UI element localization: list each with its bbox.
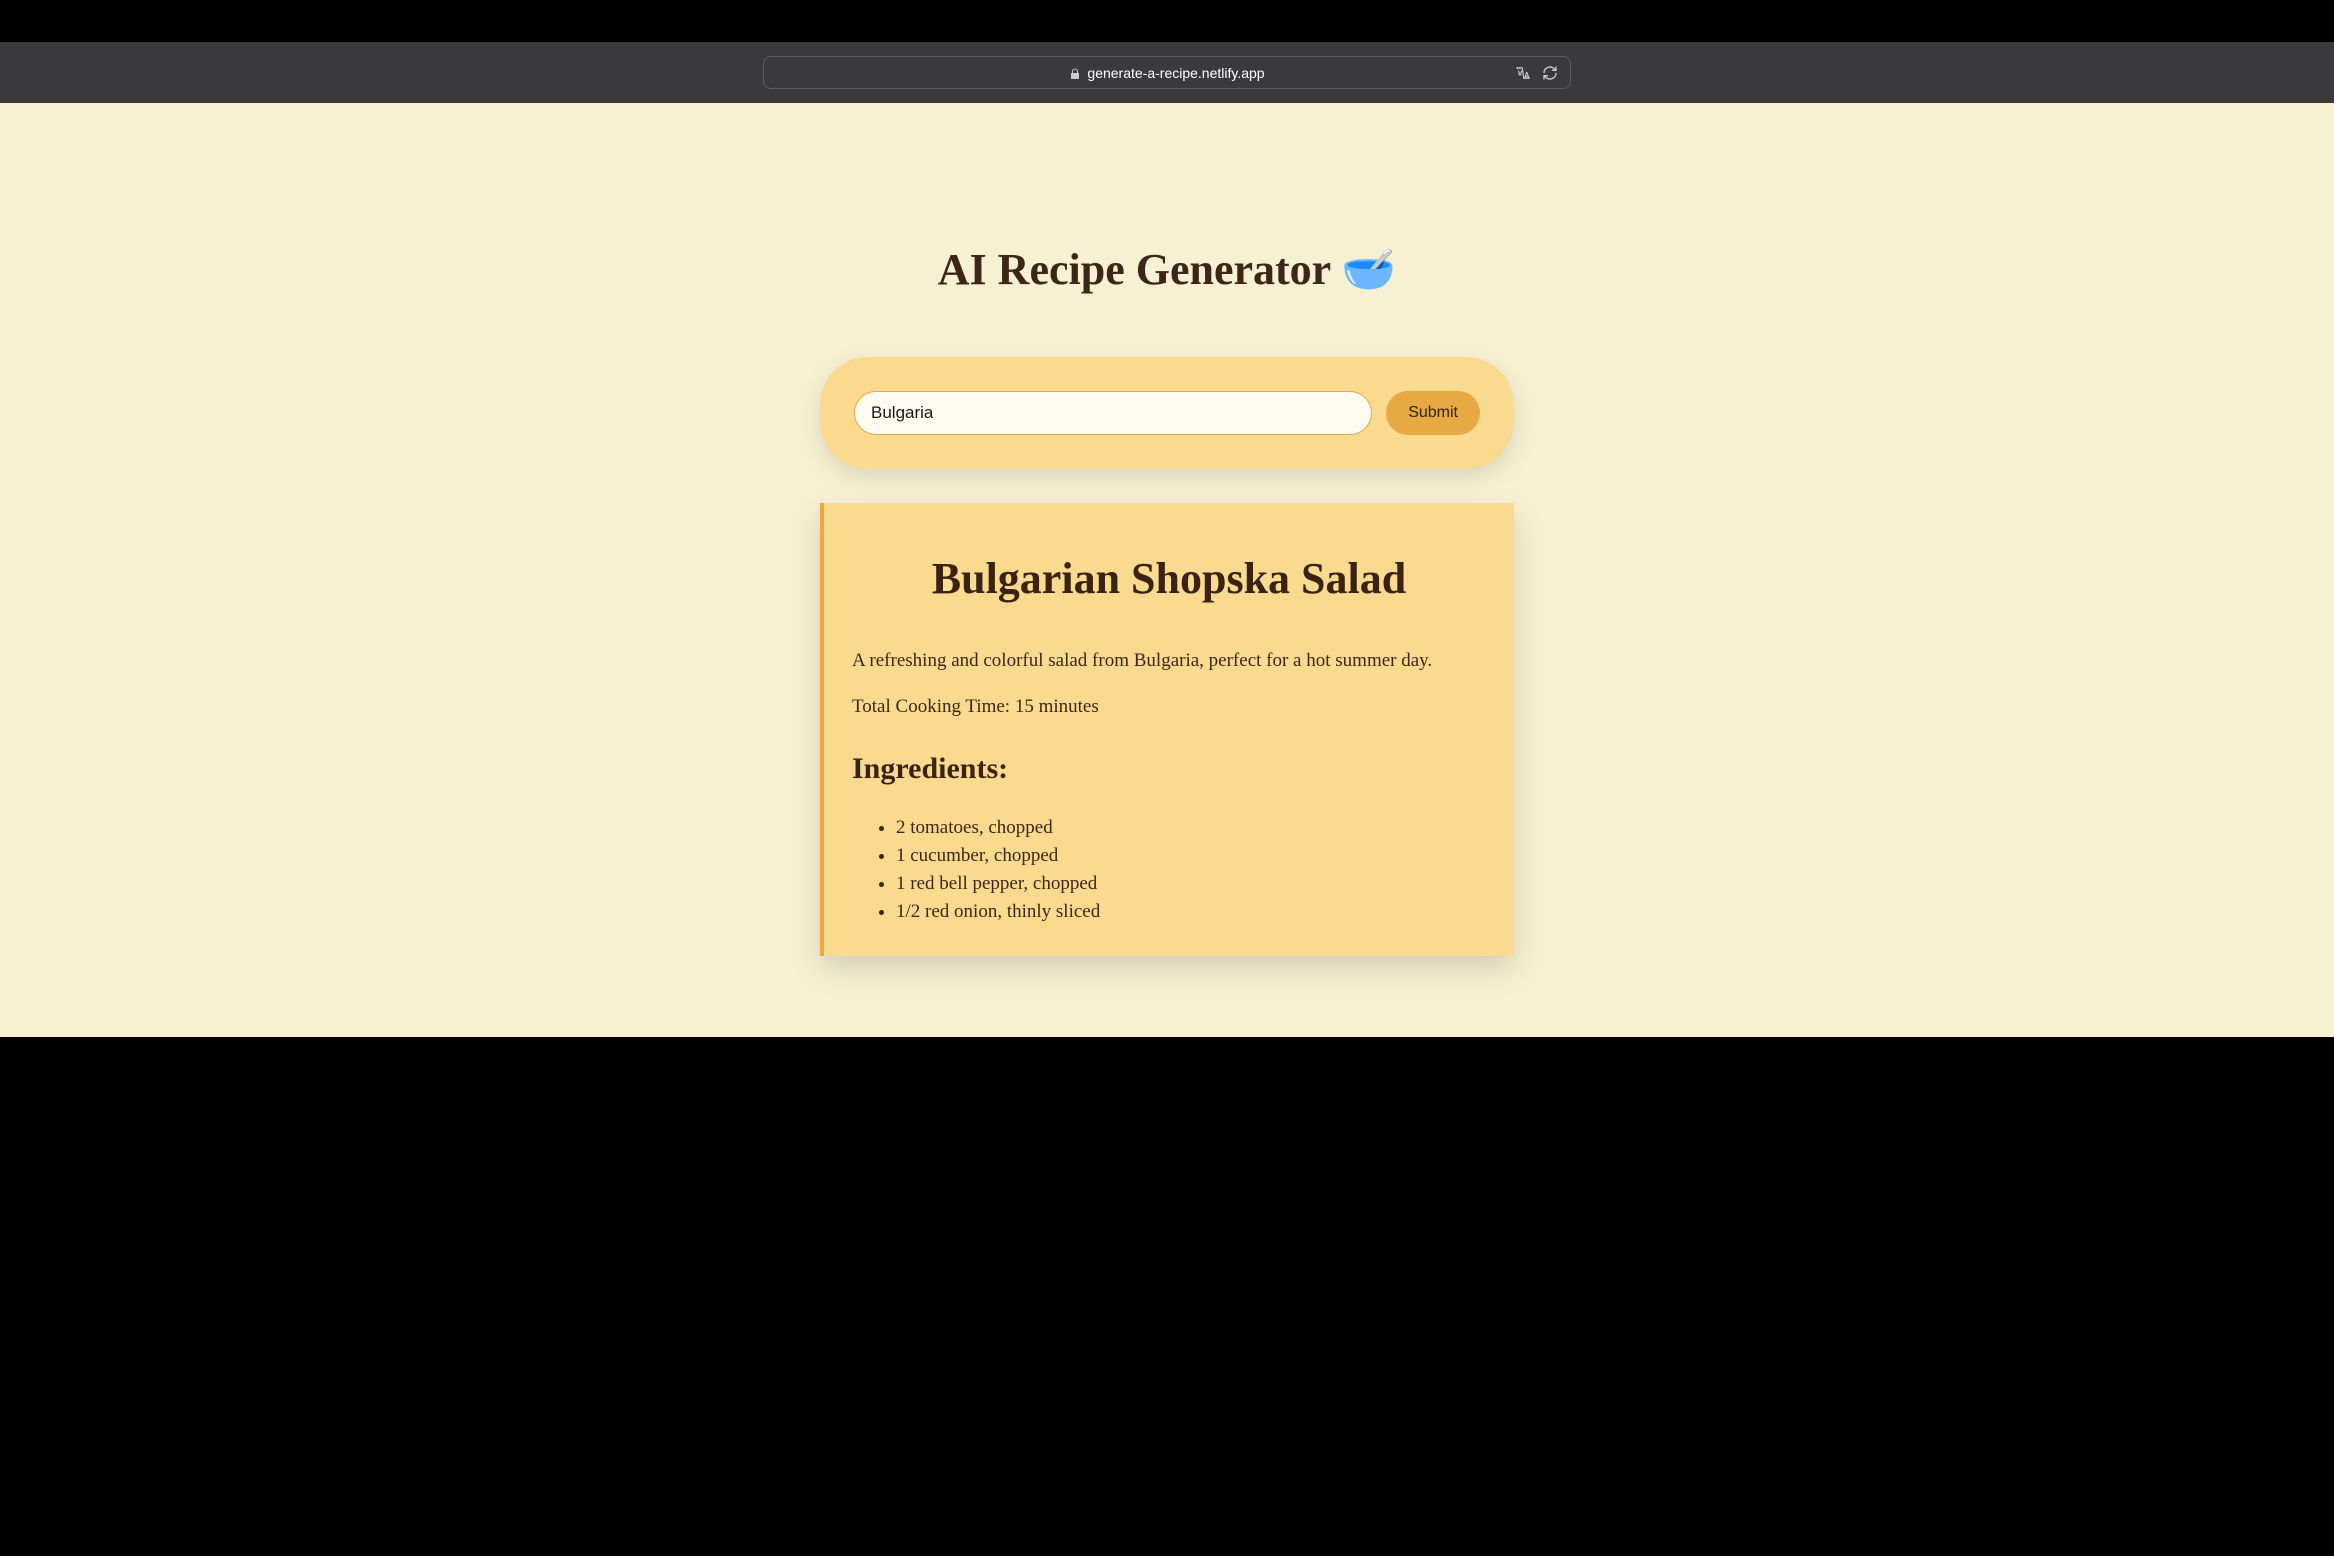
page-title: AI Recipe Generator 🥣 xyxy=(938,243,1396,295)
reload-icon[interactable] xyxy=(1542,64,1558,81)
url-text: generate-a-recipe.netlify.app xyxy=(1087,65,1264,81)
list-item: 1/2 red onion, thinly sliced xyxy=(896,898,1486,926)
recipe-description: A refreshing and colorful salad from Bul… xyxy=(852,650,1486,672)
lock-icon xyxy=(1069,65,1081,81)
list-item: 2 tomatoes, chopped xyxy=(896,814,1486,842)
country-input[interactable] xyxy=(854,391,1372,435)
ingredients-list: 2 tomatoes, chopped 1 cucumber, chopped … xyxy=(852,814,1486,926)
submit-button[interactable]: Submit xyxy=(1386,391,1480,435)
list-item: 1 red bell pepper, chopped xyxy=(896,870,1486,898)
page-body: AI Recipe Generator 🥣 Submit Bulgarian S… xyxy=(0,103,2334,1037)
address-bar[interactable]: generate-a-recipe.netlify.app xyxy=(763,56,1571,89)
list-item: 1 cucumber, chopped xyxy=(896,842,1486,870)
recipe-title: Bulgarian Shopska Salad xyxy=(852,553,1486,604)
translate-icon[interactable] xyxy=(1514,64,1532,81)
input-card: Submit xyxy=(820,357,1514,469)
ingredients-heading: Ingredients: xyxy=(852,752,1486,786)
recipe-card: Bulgarian Shopska Salad A refreshing and… xyxy=(820,503,1514,956)
recipe-cooking-time: Total Cooking Time: 15 minutes xyxy=(852,696,1486,718)
